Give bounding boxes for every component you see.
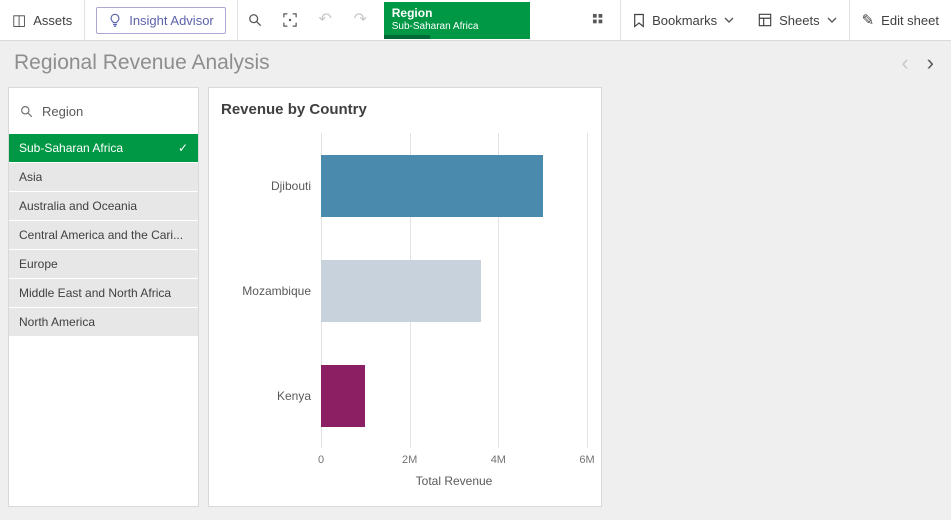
filter-list: Sub-Saharan Africa ✓ Asia Australia and Oce… [9,134,198,336]
sheet-content: Region Sub-Saharan Africa ✓ Asia Australia … [0,85,951,519]
step-back-button[interactable]: ↶ [308,0,343,40]
y-axis-label: Kenya [209,343,321,448]
bar-row [321,238,587,343]
sheets-label: Sheets [779,13,819,28]
show-charts-grid-button[interactable] [578,0,620,40]
next-sheet-button[interactable]: › [918,52,943,74]
filter-item[interactable]: Australia and Oceania [9,192,198,220]
bookmarks-button[interactable]: Bookmarks [621,0,746,40]
sheets-button[interactable]: Sheets [746,0,848,40]
plot-area [321,133,587,448]
filter-item-label: Sub-Saharan Africa [19,141,123,155]
filter-item[interactable]: Europe [9,250,198,278]
bar-row [321,343,587,448]
smart-search-button[interactable] [238,0,273,40]
chevron-down-icon [724,17,734,23]
bar-mozambique[interactable] [321,260,481,322]
filter-item[interactable]: Central America and the Cari... [9,221,198,249]
bookmark-icon [633,13,645,28]
x-tick-label: 0 [318,454,324,466]
y-axis-labels: DjiboutiMozambiqueKenya [209,133,321,448]
selection-field-name: Region [392,6,522,20]
filter-item-label: North America [19,315,95,329]
filter-item-label: Asia [19,170,42,184]
x-axis-title: Total Revenue [321,474,587,488]
bookmarks-label: Bookmarks [652,13,717,28]
filter-item[interactable]: Sub-Saharan Africa ✓ [9,134,198,162]
lightbulb-icon [108,13,122,27]
assets-panel-icon: ◫ [12,13,26,28]
chevron-down-icon [827,17,837,23]
filter-item-label: Central America and the Cari... [19,228,183,242]
region-filter-pane: Region Sub-Saharan Africa ✓ Asia Australia … [8,87,199,507]
sheet-header: Regional Revenue Analysis ‹ › [0,41,951,85]
filter-header[interactable]: Region [9,88,198,134]
selection-chip-region[interactable]: Region Sub-Saharan Africa [384,2,530,39]
edit-sheet-label: Edit sheet [881,13,939,28]
y-axis-label: Mozambique [209,238,321,343]
toolbar-right-group: Bookmarks Sheets ✎ Edit sheet [578,0,951,40]
insight-advisor-button[interactable]: Insight Advisor [96,7,226,34]
bars-layer [321,133,587,448]
x-axis: 0 2M 4M 6M [209,448,601,470]
x-tick-label: 4M [491,454,506,466]
filter-item[interactable]: North America [9,308,198,336]
selection-field-value: Sub-Saharan Africa [392,20,522,33]
assets-button[interactable]: ◫ Assets [0,0,84,40]
filter-title: Region [42,104,83,119]
undo-icon: ↶ [319,12,332,28]
bar-djibouti[interactable] [321,155,543,217]
bar-chart-card: Revenue by Country DjiboutiMozambiqueKen… [208,87,602,507]
x-tick-label: 6M [579,454,594,466]
sheet-title: Regional Revenue Analysis [14,51,892,75]
previous-sheet-button[interactable]: ‹ [892,52,917,74]
plot-wrap: DjiboutiMozambiqueKenya [209,133,601,448]
chart-title: Revenue by Country [209,88,601,118]
checkmark-icon: ✓ [178,141,188,155]
assets-label: Assets [33,13,72,28]
filter-item[interactable]: Asia [9,163,198,191]
pencil-icon: ✎ [862,13,875,28]
bar-kenya[interactable] [321,365,365,427]
y-axis-label: Djibouti [209,133,321,238]
top-toolbar: ◫ Assets Insight Advisor ↶ ↷ Region Sub-… [0,0,951,41]
filter-item-label: Middle East and North Africa [19,286,171,300]
selections-tool-button[interactable] [273,0,308,40]
filter-item[interactable]: Middle East and North Africa [9,279,198,307]
toolbar-divider [84,0,85,40]
search-icon [20,105,33,118]
edit-sheet-button[interactable]: ✎ Edit sheet [850,0,951,40]
gridline [587,133,588,448]
redo-icon: ↷ [354,12,367,28]
selection-progress-bar [384,35,430,39]
filter-item-label: Europe [19,257,58,271]
insight-advisor-label: Insight Advisor [129,13,214,28]
step-forward-button[interactable]: ↷ [343,0,378,40]
filter-item-label: Australia and Oceania [19,199,137,213]
x-axis-ticks: 02M4M6M [321,448,587,470]
bar-row [321,133,587,238]
sheets-icon [758,13,772,27]
x-tick-label: 2M [402,454,417,466]
